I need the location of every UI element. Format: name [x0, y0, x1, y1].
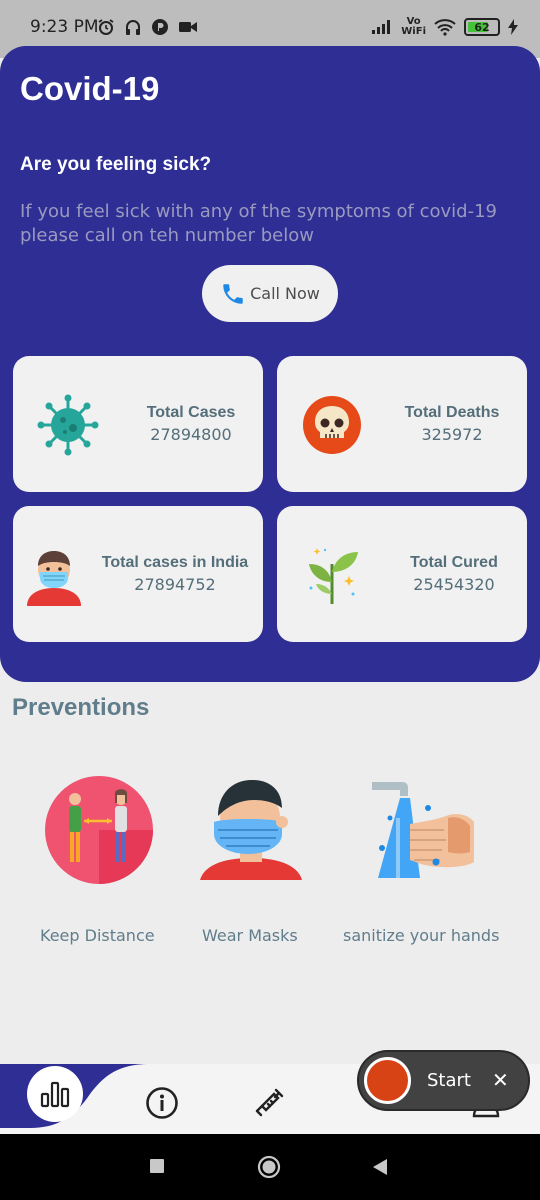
covid-header-card: Covid-19 Are you feeling sick? If you fe…	[0, 46, 540, 682]
close-recorder-button[interactable]: ✕	[492, 1068, 509, 1092]
stat-card-total-deaths: Total Deaths 325972	[277, 356, 527, 492]
skull-icon	[303, 396, 361, 454]
status-system-icons: Vo WiFi 62	[371, 17, 518, 37]
start-recording-button[interactable]: Start	[427, 1070, 471, 1091]
preventions-title: Preventions	[12, 694, 150, 721]
battery-icon: 62	[464, 18, 500, 36]
page-title: Covid-19	[20, 70, 160, 107]
info-icon[interactable]	[145, 1086, 179, 1120]
stat-text: Total Cases 27894800	[141, 404, 241, 444]
video-icon	[179, 22, 197, 32]
stat-value: 27894752	[134, 575, 216, 594]
charging-icon	[508, 19, 518, 35]
system-navigation-bar	[0, 1134, 540, 1200]
stat-card-total-cases: Total Cases 27894800	[13, 356, 263, 492]
masked-person-icon	[27, 551, 81, 606]
vowifi-icon: Vo WiFi	[401, 16, 426, 37]
stat-text: Total Cured 25454320	[401, 554, 507, 594]
call-now-button[interactable]: Call Now	[202, 265, 338, 322]
stat-label: Total cases in India	[101, 554, 249, 571]
stat-value: 25454320	[413, 575, 495, 594]
stat-value: 325972	[421, 425, 483, 444]
stat-label: Total Deaths	[404, 404, 500, 421]
stat-card-india-cases: Total cases in India 27894752	[13, 506, 263, 642]
virus-icon	[37, 394, 99, 456]
face-mask-icon	[200, 780, 302, 880]
vaccine-icon[interactable]	[254, 1086, 286, 1118]
nav-stats-button[interactable]	[27, 1066, 83, 1122]
signal-icon	[372, 20, 391, 34]
prevention-label-sanitize: sanitize your hands	[343, 926, 500, 945]
sick-description: If you feel sick with any of the symptom…	[20, 201, 497, 246]
headphones-icon	[126, 20, 140, 35]
app-notification-icon	[152, 19, 168, 35]
back-icon[interactable]	[371, 1157, 389, 1177]
stat-card-total-cured: Total Cured 25454320	[277, 506, 527, 642]
phone-icon	[223, 283, 243, 304]
status-notification-icons	[97, 18, 198, 36]
recents-icon[interactable]	[149, 1158, 165, 1174]
hand-wash-icon	[372, 782, 474, 878]
prevention-label-wear-masks: Wear Masks	[202, 926, 298, 945]
bar-chart-icon	[40, 1081, 70, 1108]
prevention-label-keep-distance: Keep Distance	[40, 926, 155, 945]
call-now-label: Call Now	[250, 284, 320, 303]
screen-recorder-widget: Start ✕	[357, 1050, 530, 1111]
record-button[interactable]	[364, 1057, 411, 1104]
plant-icon	[309, 548, 358, 604]
alarm-icon	[98, 19, 114, 35]
social-distance-icon	[45, 776, 153, 884]
stat-text: Total cases in India 27894752	[95, 554, 255, 594]
home-icon[interactable]	[257, 1155, 281, 1179]
stat-label: Total Cured	[410, 554, 498, 571]
status-time: 9:23 PM	[30, 17, 99, 37]
stat-label: Total Cases	[146, 404, 236, 421]
sick-question: Are you feeling sick?	[20, 154, 212, 175]
stat-text: Total Deaths 325972	[397, 404, 507, 444]
stat-value: 27894800	[150, 425, 232, 444]
wifi-icon	[434, 18, 456, 36]
